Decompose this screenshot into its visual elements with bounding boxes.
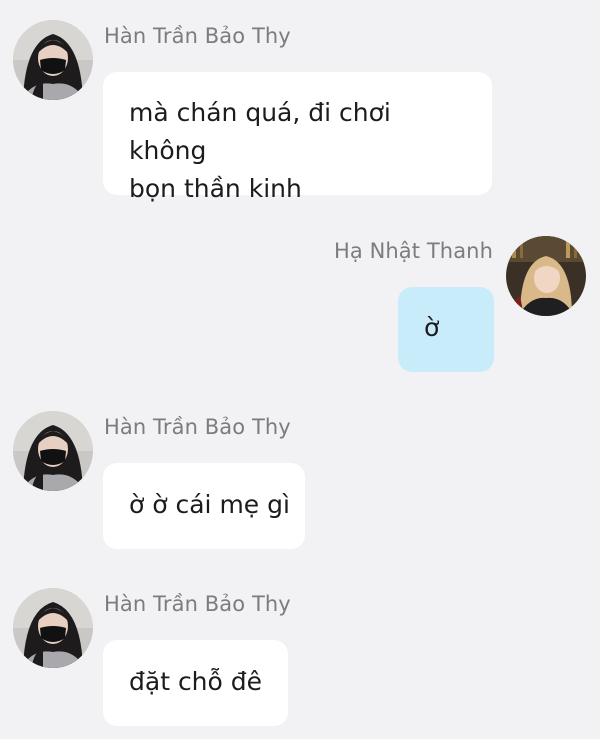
message-text: mà chán quá, đi chơi không bọn thần kinh — [129, 98, 391, 203]
avatar[interactable] — [13, 20, 93, 100]
sender-name: Hạ Nhật Thanh — [333, 239, 493, 263]
message-bubble[interactable]: mà chán quá, đi chơi không bọn thần kinh — [103, 72, 492, 203]
message-text: ờ ờ cái mẹ gì — [129, 490, 290, 519]
message-bubble[interactable]: ờ — [398, 287, 494, 372]
message-bubble[interactable]: đặt chỗ đê — [103, 640, 288, 726]
chat-message-incoming[interactable]: Hàn Trần Bảo Thy đặt chỗ đê — [0, 570, 600, 739]
sender-name: Hàn Trần Bảo Thy — [104, 592, 291, 616]
sender-name: Hàn Trần Bảo Thy — [104, 415, 291, 439]
message-text: đặt chỗ đê — [129, 667, 263, 696]
avatar[interactable] — [13, 411, 93, 491]
sender-name: Hàn Trần Bảo Thy — [104, 24, 291, 48]
female-masked-avatar-icon — [13, 588, 93, 668]
avatar[interactable] — [13, 588, 93, 668]
female-masked-avatar-icon — [13, 20, 93, 100]
chat-message-incoming[interactable]: Hàn Trần Bảo Thy mà chán quá, đi chơi kh… — [0, 0, 600, 203]
female-masked-avatar-icon — [13, 411, 93, 491]
chat-message-outgoing[interactable]: Hạ Nhật Thanh ờ — [0, 230, 600, 380]
message-bubble[interactable]: ờ ờ cái mẹ gì — [103, 463, 305, 549]
avatar[interactable] — [506, 236, 586, 316]
message-text: ờ — [424, 313, 440, 342]
chat-message-incoming[interactable]: Hàn Trần Bảo Thy ờ ờ cái mẹ gì — [0, 390, 600, 555]
female-avatar-icon — [506, 236, 586, 316]
